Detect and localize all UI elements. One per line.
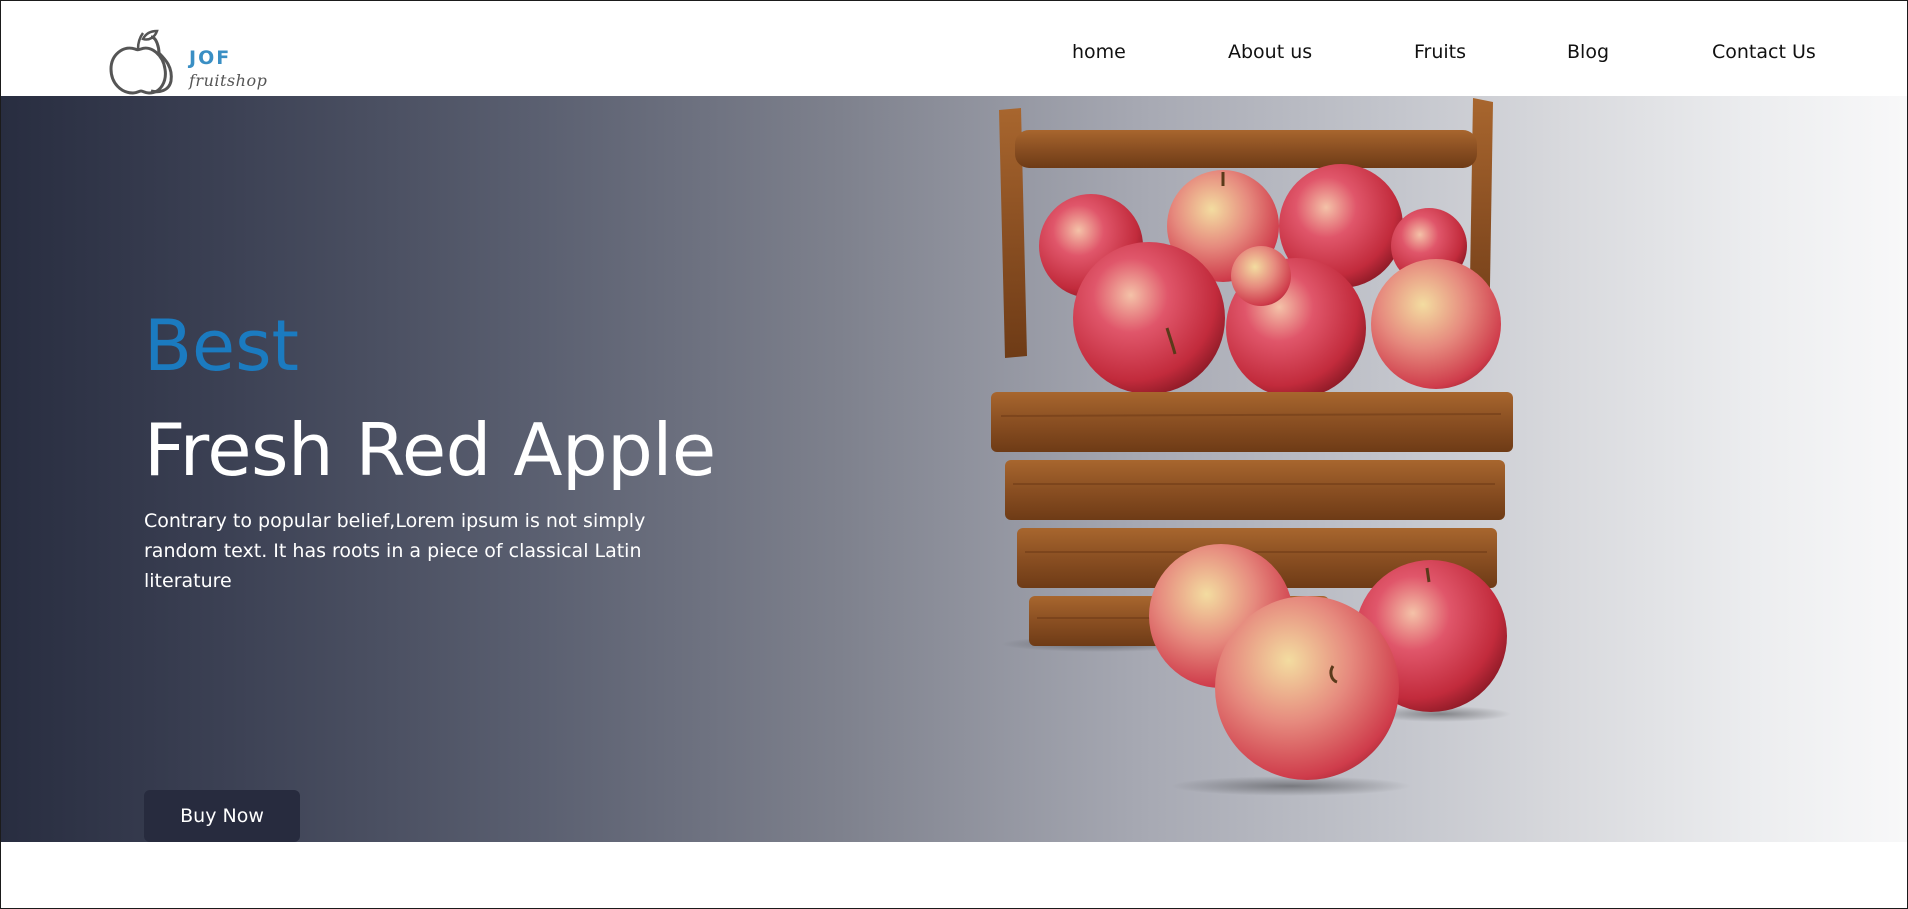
nav-item-blog[interactable]: Blog	[1567, 41, 1609, 63]
site-header: JOF fruitshop home About us Fruits Blog …	[1, 1, 1907, 96]
page-frame: JOF fruitshop home About us Fruits Blog …	[0, 0, 1908, 909]
nav-item-fruits[interactable]: Fruits	[1414, 41, 1466, 63]
brand-tagline: fruitshop	[189, 71, 268, 90]
hero-section: Best Fresh Red Apple Contrary to popular…	[1, 96, 1907, 842]
nav-item-home[interactable]: home	[1072, 41, 1126, 63]
nav-item-about-us[interactable]: About us	[1228, 41, 1312, 63]
hero-title: Fresh Red Apple	[144, 408, 716, 492]
nav-item-contact-us[interactable]: Contact Us	[1712, 41, 1816, 63]
apple-basket-image	[991, 98, 1513, 796]
hero-kicker: Best	[144, 305, 300, 387]
main-nav: home About us Fruits Blog Contact Us	[1, 41, 1907, 71]
buy-now-button[interactable]: Buy Now	[144, 790, 300, 842]
hero-description: Contrary to popular belief,Lorem ipsum i…	[144, 510, 646, 592]
